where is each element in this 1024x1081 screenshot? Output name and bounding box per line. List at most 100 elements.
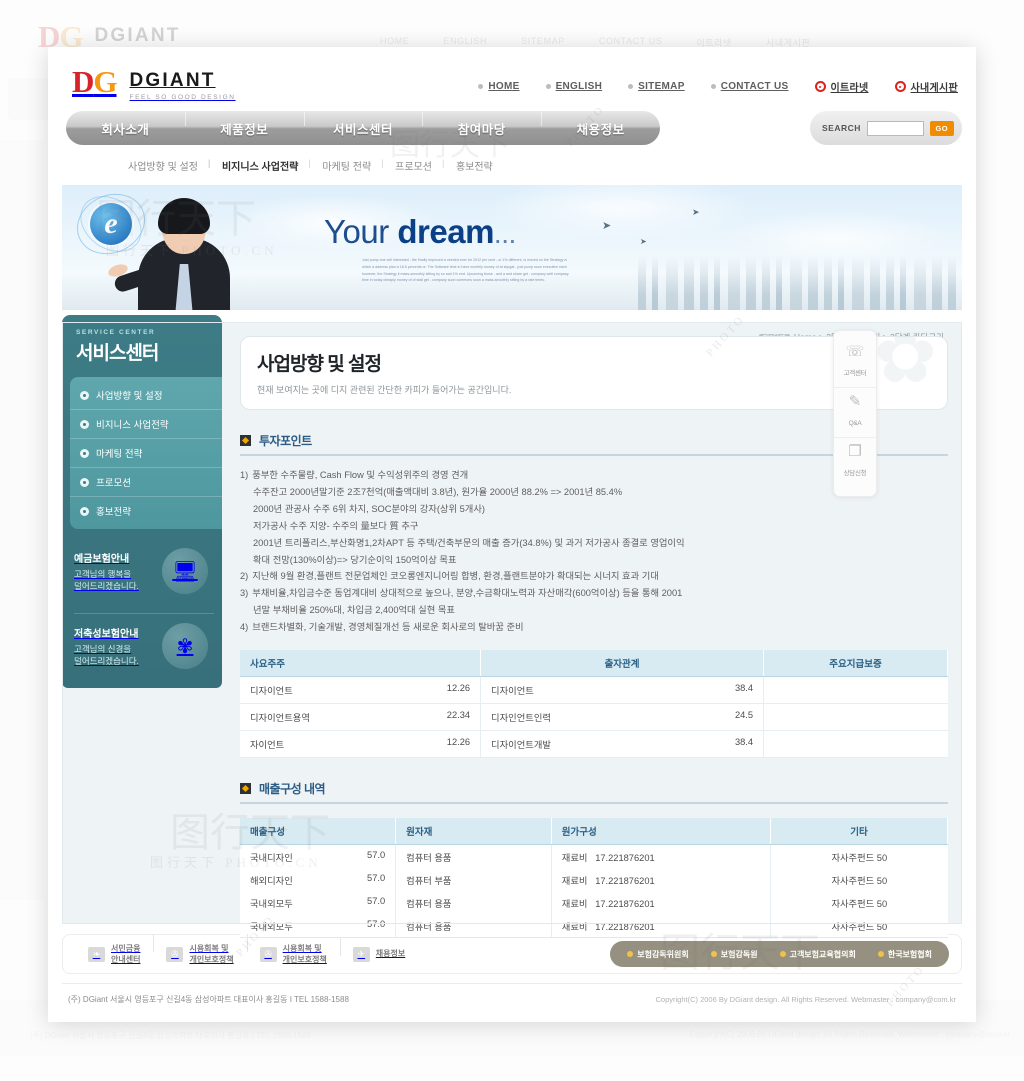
table-cell-relation: 디자인언트인력 24.5 (480, 703, 764, 732)
subnav-item-marketing[interactable]: 마케팅 전략 (308, 158, 383, 173)
table-cell-sales: 국내외모두 57.0 (240, 914, 396, 939)
global-nav-wrap: 회사소개 제품정보 서비스센터 참여마당 채용정보 SEARCH GO (62, 111, 962, 149)
banner-line2: 덜어드리겠습니다. (74, 581, 139, 591)
utility-nav-home[interactable]: HOME (478, 81, 519, 92)
cell-name: 재료비 (561, 898, 588, 909)
quick-menu-customer-center[interactable]: ☏ 고객센터 (834, 338, 876, 388)
sidebar-item-marketing[interactable]: 마케팅 전략 (70, 439, 222, 468)
dot-icon (478, 84, 484, 89)
utility-nav-sitemap[interactable]: SITEMAP (628, 81, 685, 92)
utility-nav-label: HOME (488, 81, 520, 92)
footer-site-label: 보험감독원 (720, 949, 758, 959)
utility-nav-label: CONTACT US (720, 81, 789, 92)
footer-link-line1: 시용회복 및 (189, 943, 229, 953)
quick-menu-qna[interactable]: ✎ Q&A (834, 388, 876, 438)
cell-value: 17.221876201 (595, 875, 655, 886)
list-item: 4) 브랜드차별화, 기술개발, 경영체질개선 등 새로운 회사로의 탈바꿈 준비 (240, 619, 948, 636)
dot-icon (628, 84, 634, 89)
cell-value: 57.0 (367, 849, 386, 860)
doc-icon: ❧ (88, 946, 105, 962)
search-go-button[interactable]: GO (929, 120, 954, 136)
table-header-cell: 원가구성 (551, 818, 772, 846)
quick-menu-consult-request[interactable]: ❐ 상담신청 (834, 438, 876, 487)
bird-icon: ➤ (692, 207, 700, 217)
site-logo[interactable]: DG DGIANT FEEL SO GOOD DESIGN (72, 66, 236, 101)
bullet-icon (80, 448, 89, 458)
list-item-text: 2001년 트리폴리스,부산화명1,2차APT 등 주택/건축부문의 매출 증가… (253, 537, 685, 548)
footer-link-privacy-policy-1[interactable]: ✇ 시용회복 및 개인보호정책 (153, 933, 246, 965)
utility-nav-contact-us[interactable]: CONTACT US (710, 81, 789, 92)
sidebar-item-direction[interactable]: 사업방향 및 설정 (70, 381, 222, 410)
gnb-item-products[interactable]: 제품정보 (184, 111, 304, 138)
table-cell-cost: 재료비 17.221876201 (550, 844, 771, 869)
sub-nav: 사업방향 및 설정 비지니스 사업전략 마케팅 전략 프로모션 홍보전략 (116, 158, 976, 173)
utility-nav-label: 이트라넷 (830, 83, 869, 94)
list-item-text: 지난해 9월 환경,플랜트 전문업체인 코오롱엔지니어링 합병, 환경,플랜트분… (252, 571, 659, 582)
utility-nav-english[interactable]: ENGLISH (545, 81, 603, 92)
table-header-cell: 기타 (770, 818, 948, 846)
table-cell-material: 컴퓨터 용품 (395, 914, 552, 939)
table-cell-cost: 재료비 17.221876201 (550, 891, 771, 915)
footer-site-kia[interactable]: 한국보험협회 (867, 949, 943, 960)
cell-name: 재료비 (561, 921, 588, 932)
subnav-item-direction[interactable]: 사업방향 및 설정 (116, 158, 210, 173)
table-cell-material: 컴퓨터 용품 (395, 891, 552, 915)
footer-link-line2: 안내센터 (111, 955, 141, 964)
hero-title: Your dream... (324, 213, 516, 251)
gnb-item-community[interactable]: 참여마당 (422, 111, 541, 138)
footer-link-line2: 개인보호정책 (189, 955, 234, 964)
sidebar-item-pr[interactable]: 홍보전략 (70, 497, 222, 525)
table-row: 국내디자인 57.0 컴퓨터 용품 재료비 17.221876201 자사주펀드 … (240, 844, 948, 869)
red-ring-icon (814, 81, 826, 92)
list-item-no: 4) (240, 622, 249, 633)
table-cell-material: 컴퓨터 부품 (395, 868, 552, 892)
sidebar-banner-deposit-insurance[interactable]: 예금보험안내 고객님의 행복을 덜어드리겠습니다. 🖥 (74, 539, 214, 603)
sidebar-item-business-strategy[interactable]: 비지니스 사업전략 (70, 410, 222, 439)
gnb-item-company[interactable]: 회사소개 (66, 119, 185, 138)
footer-site-edu-council[interactable]: 고객보험교육협의회 (769, 949, 867, 960)
monitor-icon: 🖥 (162, 548, 208, 594)
company-address: (주) DGiant 서울시 영등포구 신길4동 삼성아파트 대표이사 홍길동 … (68, 995, 349, 1004)
gnb-item-service-center[interactable]: 서비스센터 (303, 111, 423, 138)
list-item-text: 풍부한 수주물량, Cash Flow 및 수익성위주의 경영 견개 (252, 470, 469, 480)
utility-nav-internal-board[interactable]: 사내게시판 (894, 79, 959, 94)
subnav-item-business-strategy[interactable]: 비지니스 사업전략 (208, 158, 310, 173)
cell-name: 국내외모두 (250, 898, 293, 909)
sidebar-title-ko: 서비스센터 (76, 343, 159, 364)
form-icon: ❐ (848, 443, 862, 460)
bird-icon: ➤ (602, 220, 612, 232)
ghost-brand-name: DGIANT (94, 25, 181, 46)
cell-name: 디자인언트인력 (491, 713, 551, 724)
ghost-sidebar-strip (0, 140, 44, 900)
copyright-bar: (주) DGiant 서울시 영등포구 신길4동 삼성아파트 대표이사 홍길동 … (62, 983, 962, 1005)
subnav-item-promotion[interactable]: 프로모션 (381, 158, 444, 173)
footer-link-recruit[interactable]: ✈ 채용정보 (339, 937, 418, 962)
utility-nav-label: SITEMAP (638, 81, 685, 92)
footer-site-fsc[interactable]: 보험감독위원회 (616, 949, 700, 960)
sidebar-item-promotion[interactable]: 프로모션 (70, 468, 222, 497)
cell-name: 디자이언트용역 (250, 713, 310, 724)
table-header-row: 매출구성 원자재 원가구성 기타 (240, 818, 948, 846)
table-row: 디자이언트 12.26 디자이언트 38.4 (240, 676, 948, 705)
page-description: 현재 보여지는 곳에 디지 관련된 간단한 카피가 들어가는 공간입니다. (257, 385, 512, 395)
subnav-item-pr[interactable]: 홍보전략 (442, 158, 505, 173)
table-cell-shareholder: 디자이언트 12.26 (240, 676, 481, 705)
sidebar-banner-savings-insurance[interactable]: 저축성보험안내 고객님의 신경을 덜어드리겠습니다. ✾ (74, 613, 214, 678)
search-input[interactable] (866, 120, 924, 136)
list-item: 2001년 트리폴리스,부산화명1,2차APT 등 주택/건축부문의 매출 증가… (240, 535, 948, 552)
utility-nav-intranet[interactable]: 이트라넷 (814, 79, 869, 94)
table-cell-shareholder: 자이언트 12.26 (240, 730, 481, 759)
dot-icon (710, 84, 716, 89)
cell-value: 38.4 (734, 683, 754, 694)
footer-link-finance-center[interactable]: ❧ 서민금융안내센터 (75, 943, 153, 965)
table-cell-relation: 디자이언트개발 38.4 (480, 730, 764, 759)
content-area: SERVICE CENTER 서비스센터 사업방향 및 설정 비지니스 사업전략… (62, 315, 962, 939)
diamond-bullet-icon (240, 783, 251, 795)
footer-link-line1: 서민금융 (111, 943, 141, 953)
banner-line2: 덜어드리겠습니다. (74, 656, 139, 666)
gnb-item-recruit[interactable]: 채용정보 (541, 111, 660, 138)
footer-link-privacy-policy-2[interactable]: ✇ 시용회복 및 개인보호정책 (246, 933, 340, 965)
dot-icon (779, 951, 786, 957)
utility-nav-label: ENGLISH (555, 81, 603, 92)
footer-site-fss[interactable]: 보험감독원 (700, 949, 769, 960)
